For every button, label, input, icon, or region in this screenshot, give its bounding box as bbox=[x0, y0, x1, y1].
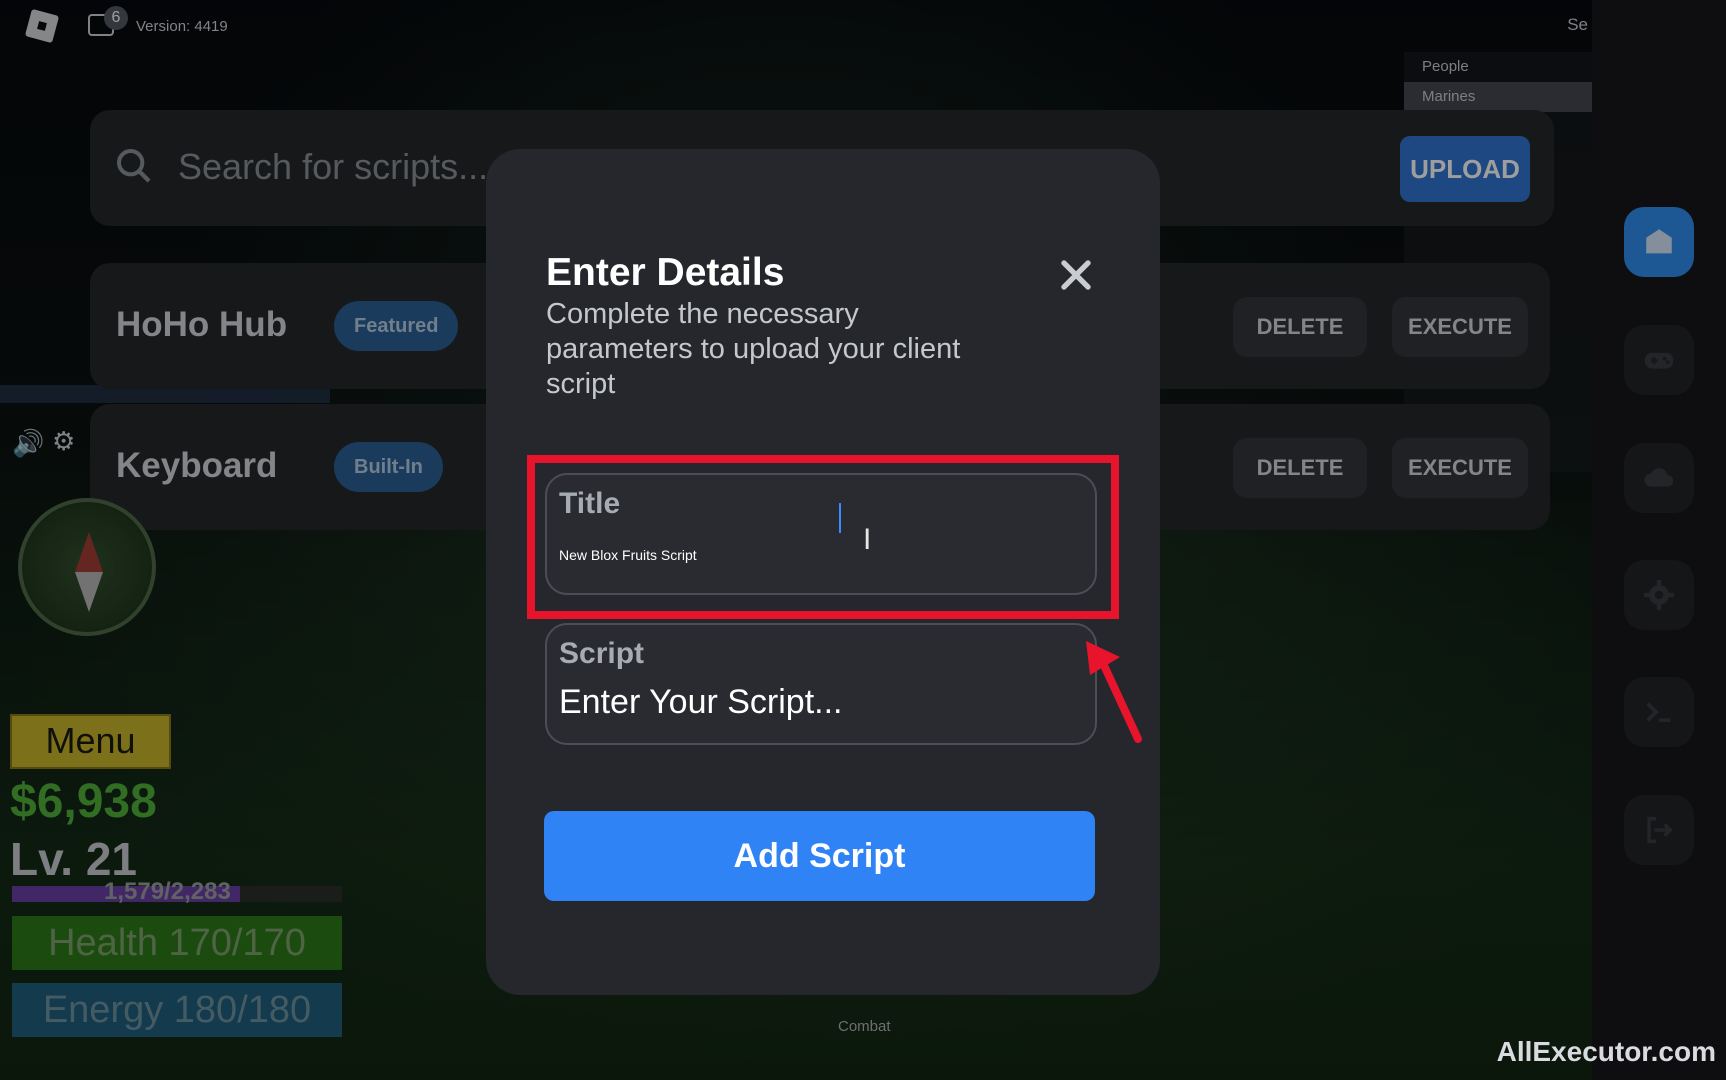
script-field[interactable]: Script Enter Your Script... bbox=[545, 623, 1097, 745]
red-arrow-annotation bbox=[1086, 641, 1142, 743]
text-caret bbox=[839, 503, 841, 533]
upload-details-modal: Enter Details Complete the necessary par… bbox=[486, 149, 1160, 995]
modal-title: Enter Details bbox=[546, 251, 785, 294]
title-field[interactable]: Title I New Blox Fruits Script bbox=[545, 473, 1097, 595]
modal-subtitle: Complete the necessary parameters to upl… bbox=[546, 298, 961, 400]
title-field-label: Title bbox=[559, 487, 621, 520]
close-icon[interactable] bbox=[1058, 257, 1094, 293]
script-field-placeholder: Enter Your Script... bbox=[559, 683, 843, 721]
game-viewport: 6 Version: 4419 Se People Marines UPLOAD bbox=[0, 0, 1726, 1080]
watermark: AllExecutor.com bbox=[1496, 1036, 1716, 1067]
title-field-value: New Blox Fruits Script bbox=[559, 547, 697, 563]
text-cursor-icon: I bbox=[863, 523, 872, 556]
add-script-button[interactable]: Add Script bbox=[544, 811, 1095, 901]
script-field-label: Script bbox=[559, 637, 645, 670]
